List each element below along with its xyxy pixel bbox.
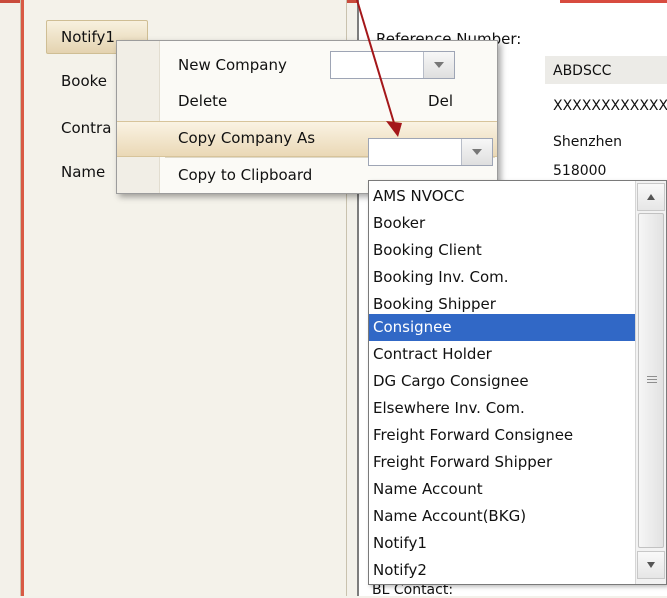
annotation-arrow xyxy=(356,0,402,137)
annotation-arrow-line xyxy=(356,0,395,124)
application-window: Notify1 Booke Contra Name Reference Numb… xyxy=(0,0,667,598)
arrowhead-icon xyxy=(386,121,402,137)
